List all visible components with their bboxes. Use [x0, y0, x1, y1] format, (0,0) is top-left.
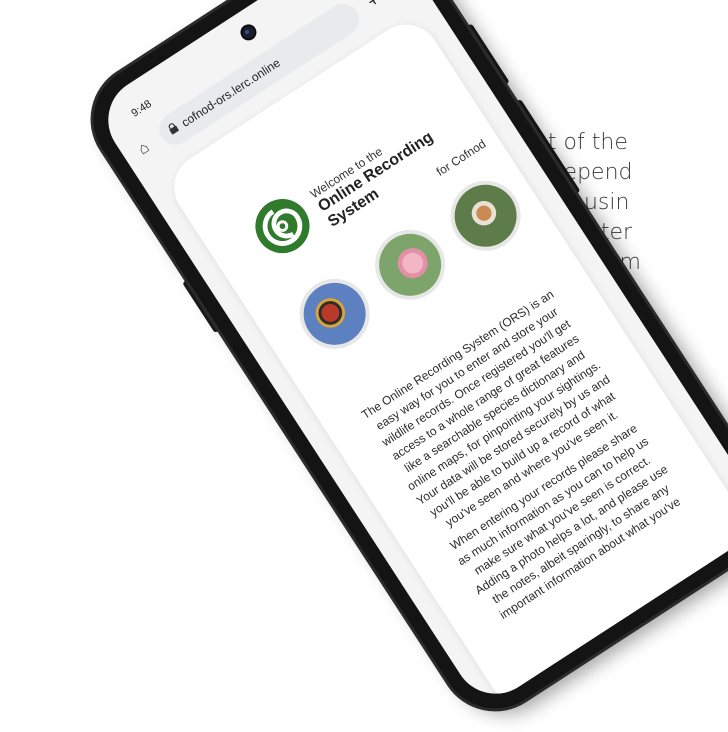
phone-mockup: 9:48 ⌂ cofnod-ors.lerc.online + ⋮ [72, 0, 728, 730]
cofnod-spiral-logo [255, 199, 310, 254]
lock-icon [166, 121, 181, 138]
butterfly-photo [291, 270, 378, 357]
status-time: 9:48 [129, 98, 154, 120]
flower-photo [367, 221, 454, 308]
new-tab-button[interactable]: + [359, 0, 387, 15]
bird-photo [442, 172, 529, 259]
home-icon[interactable]: ⌂ [129, 134, 159, 164]
